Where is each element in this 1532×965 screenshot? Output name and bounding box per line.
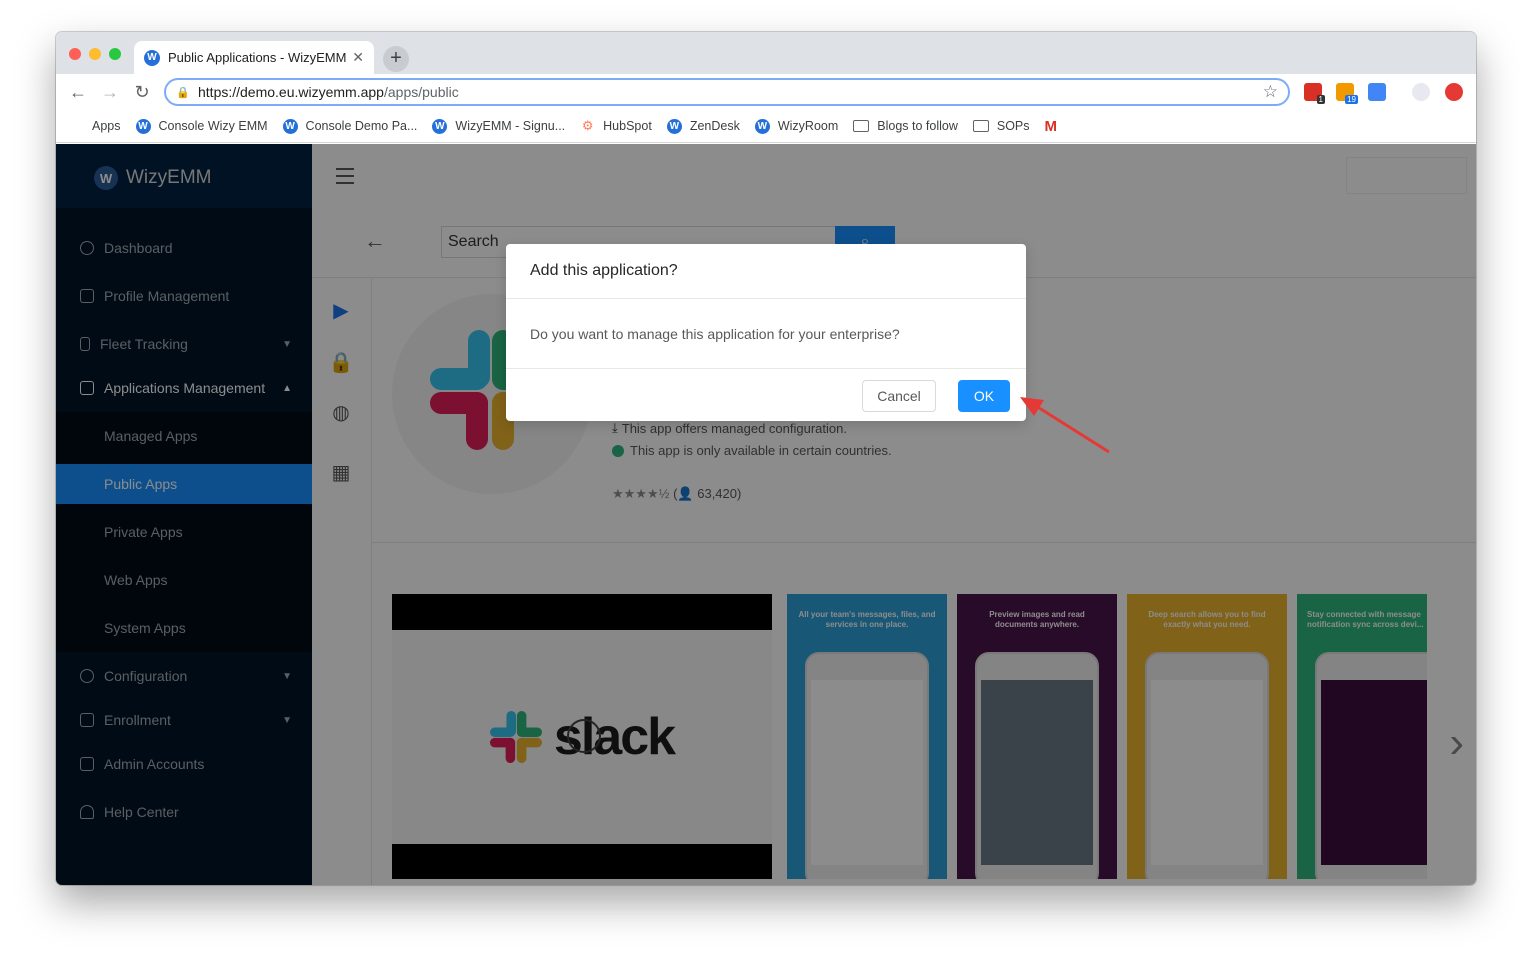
- wizy-icon: W: [282, 118, 298, 134]
- bookmark-label: ZenDesk: [689, 119, 740, 133]
- hubspot-icon: ⚙: [581, 118, 594, 133]
- wizy-icon: W: [432, 118, 448, 134]
- bookmark-label: Console Demo Pa...: [305, 119, 418, 133]
- extension-badge: 19: [1345, 95, 1358, 104]
- minimize-window-button[interactable]: [89, 48, 101, 60]
- browser-toolbar: ← → ↻ 🔒 https://demo.eu.wizyemm.app/apps…: [56, 74, 1476, 110]
- extension-calendar-icon[interactable]: 1: [1304, 83, 1325, 104]
- lock-icon: 🔒: [176, 87, 190, 99]
- wizy-icon: W: [135, 118, 151, 134]
- back-button[interactable]: ←: [66, 80, 90, 104]
- tab-close-icon[interactable]: ✕: [352, 49, 364, 66]
- bookmark-label: Apps: [92, 119, 121, 133]
- apps-grid-icon: [70, 119, 84, 133]
- tab-bar: W Public Applications - WizyEMM ✕ +: [56, 32, 1476, 74]
- bookmark-label: Console Wizy EMM: [158, 119, 268, 133]
- extension-update-icon[interactable]: [1445, 83, 1463, 101]
- bookmark-hubspot[interactable]: ⚙ HubSpot: [580, 118, 652, 134]
- extension-hubspot-icon[interactable]: 19: [1336, 83, 1358, 104]
- bookmark-apps[interactable]: Apps: [70, 119, 121, 133]
- close-window-button[interactable]: [69, 48, 81, 60]
- wizy-favicon-icon: W: [144, 49, 160, 66]
- forward-button[interactable]: →: [98, 80, 122, 104]
- dialog-footer: Cancel OK: [506, 369, 1026, 421]
- bookmark-zendesk[interactable]: W ZenDesk: [666, 118, 740, 134]
- extension-badge: 1: [1316, 95, 1325, 104]
- extension-translate-icon[interactable]: [1368, 83, 1386, 101]
- modal-overlay[interactable]: Add this application? Do you want to man…: [56, 144, 1476, 885]
- bookmark-blogs-folder[interactable]: Blogs to follow: [853, 119, 958, 133]
- app-area: W WizyEMM Dashboard Profile Management F…: [56, 144, 1476, 885]
- url-base: https://demo.eu.wizyemm.app: [198, 84, 384, 100]
- url-path: /apps/public: [383, 84, 459, 100]
- bookmark-label: WizyEMM - Signu...: [455, 119, 566, 133]
- bookmarks-bar: Apps W Console Wizy EMM W Console Demo Pa.…: [56, 110, 1476, 143]
- bookmark-label: WizyRoom: [777, 119, 839, 133]
- bookmark-label: Blogs to follow: [877, 119, 958, 133]
- confirm-dialog: Add this application? Do you want to man…: [506, 244, 1026, 421]
- zoom-window-button[interactable]: [109, 48, 121, 60]
- dialog-message: Do you want to manage this application f…: [506, 299, 1026, 369]
- wizy-icon: W: [754, 118, 770, 134]
- address-bar[interactable]: 🔒 https://demo.eu.wizyemm.app/apps/publi…: [164, 78, 1290, 106]
- bookmark-star-icon[interactable]: ☆: [1263, 82, 1278, 102]
- new-tab-button[interactable]: +: [383, 46, 409, 72]
- folder-icon: [972, 120, 989, 132]
- bookmark-wizyroom[interactable]: W WizyRoom: [754, 118, 839, 134]
- extension-profile-icon[interactable]: [1412, 83, 1430, 101]
- bookmark-wizyemm-signup[interactable]: W WizyEMM - Signu...: [432, 118, 566, 134]
- wizy-icon: W: [666, 118, 682, 134]
- bookmark-label: HubSpot: [603, 119, 652, 133]
- cancel-button[interactable]: Cancel: [862, 380, 936, 412]
- bookmark-gmail[interactable]: M: [1045, 118, 1058, 135]
- browser-window: W Public Applications - WizyEMM ✕ + ← → …: [56, 32, 1476, 885]
- bookmark-sops-folder[interactable]: SOPs: [972, 119, 1030, 133]
- browser-tab[interactable]: W Public Applications - WizyEMM ✕: [134, 41, 374, 74]
- bookmark-label: SOPs: [996, 119, 1030, 133]
- bookmark-console-wizy[interactable]: W Console Wizy EMM: [135, 118, 268, 134]
- tab-title: Public Applications - WizyEMM: [168, 50, 347, 65]
- reload-button[interactable]: ↻: [130, 80, 154, 104]
- folder-icon: [853, 120, 870, 132]
- ok-button[interactable]: OK: [958, 380, 1010, 412]
- gmail-icon: M: [1044, 117, 1058, 135]
- dialog-title: Add this application?: [506, 244, 1026, 299]
- bookmark-console-demo[interactable]: W Console Demo Pa...: [282, 118, 418, 134]
